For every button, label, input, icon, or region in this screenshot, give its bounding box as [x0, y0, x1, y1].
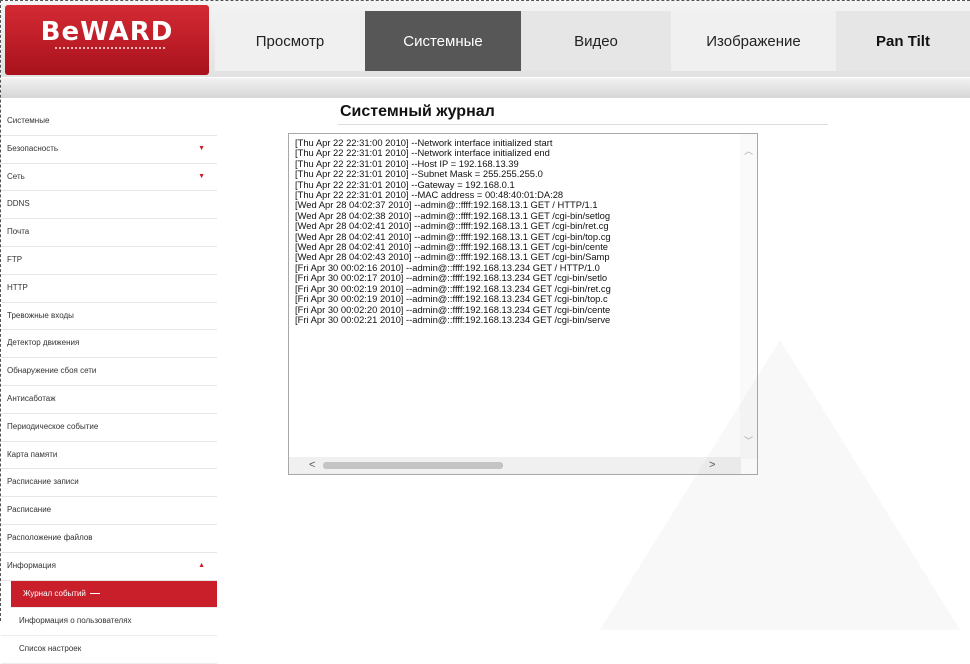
sidebar-item-label: Безопасность [7, 143, 59, 153]
sidebar-subitem[interactable]: Журнал событий [11, 580, 217, 609]
sidebar-item-label: Расписание записи [7, 477, 79, 487]
sidebar-item-label: Детектор движения [7, 338, 80, 348]
sidebar-subitem-label: Журнал событий [23, 588, 86, 598]
sidebar-item[interactable]: HTTP [1, 274, 217, 303]
sidebar-item-label: Карта памяти [7, 449, 58, 459]
title-divider [338, 124, 828, 125]
tab-pan-tilt[interactable]: Pan Tilt [836, 11, 970, 71]
sidebar-item[interactable]: Антисаботаж [1, 385, 217, 414]
sidebar-item-label: Информация [7, 560, 56, 570]
sidebar-subitem[interactable]: Список настроек [1, 636, 217, 664]
logo-text: BeWARD [40, 17, 174, 47]
sidebar-item-label: Тревожные входы [7, 310, 74, 320]
tab-image[interactable]: Изображение [671, 11, 836, 71]
brand-logo[interactable]: BeWARD [5, 5, 209, 75]
sidebar-item[interactable]: DDNS [1, 191, 217, 220]
sidebar-item[interactable]: Почта [1, 219, 217, 247]
sidebar-item-label: Периодическое событие [7, 421, 99, 431]
sidebar-item[interactable]: Детектор движения [1, 330, 217, 359]
sidebar-subitem[interactable]: Информация о пользователях [1, 608, 217, 637]
active-indicator [89, 592, 100, 594]
sidebar-item-label: DDNS [7, 199, 30, 209]
horizontal-scrollbar[interactable]: < > [289, 457, 741, 474]
sidebar-item[interactable]: Расписание записи [1, 469, 217, 498]
sidebar: Системные Безопасность ▼ Сеть ▼ DDNS Почта FTP H… [1, 108, 217, 664]
tab-system[interactable]: Системные [365, 11, 521, 71]
sidebar-subitem-label: Список настроек [19, 644, 82, 654]
sidebar-item-label: Почта [7, 227, 30, 237]
sidebar-item-label: Системные [7, 116, 50, 125]
tab-view[interactable]: Просмотр [215, 11, 365, 71]
scroll-left-icon[interactable]: < [309, 459, 315, 471]
vertical-scrollbar[interactable]: ︿ ﹀ [740, 134, 757, 459]
sidebar-item[interactable]: Системные [1, 108, 217, 136]
logo-tagline-decoration [55, 47, 165, 52]
horizontal-scroll-thumb[interactable] [323, 462, 503, 469]
sidebar-item-label: Расположение файлов [7, 532, 93, 542]
triangle-down-icon: ▼ [198, 172, 205, 180]
triangle-down-icon: ▼ [198, 144, 205, 152]
scroll-up-icon[interactable]: ︿ [744, 144, 753, 157]
sidebar-item-label: Расписание [7, 505, 52, 515]
sidebar-item[interactable]: Карта памяти [1, 441, 217, 470]
page-title: Системный журнал [340, 103, 495, 120]
system-log-box[interactable]: [Thu Apr 22 22:31:00 2010] --Network int… [288, 133, 758, 475]
sidebar-item[interactable]: Периодическое событие [1, 413, 217, 442]
header-subbar [1, 78, 970, 98]
sidebar-item[interactable]: Расписание [1, 497, 217, 525]
triangle-up-icon: ▲ [198, 561, 205, 569]
log-line: [Fri Apr 30 00:02:21 2010] --admin@::fff… [295, 313, 611, 325]
scroll-down-icon[interactable]: ﹀ [744, 434, 753, 447]
sidebar-item[interactable]: Тревожные входы [1, 302, 217, 331]
main-nav-tabs: Просмотр Системные Видео Изображение Pan… [215, 11, 970, 71]
tab-video[interactable]: Видео [521, 11, 671, 71]
sidebar-item[interactable]: Безопасность ▼ [1, 135, 217, 164]
sidebar-item[interactable]: Обнаружение сбоя сети [1, 358, 217, 386]
sidebar-item-label: Сеть [7, 171, 25, 181]
sidebar-item-label: FTP [7, 254, 23, 264]
sidebar-item[interactable]: FTP [1, 246, 217, 275]
sidebar-item-label: Обнаружение сбоя сети [7, 366, 97, 376]
sidebar-item[interactable]: Расположение файлов [1, 524, 217, 553]
scroll-right-icon[interactable]: > [709, 459, 715, 471]
log-text: [Thu Apr 22 22:31:00 2010] --Network int… [295, 138, 740, 458]
sidebar-item[interactable]: Сеть ▼ [1, 163, 217, 192]
sidebar-item-label: Антисаботаж [7, 393, 56, 403]
sidebar-item[interactable]: Информация ▲ [1, 552, 217, 581]
header: BeWARD Просмотр Системные Видео Изображе… [1, 1, 970, 77]
log-line: [Fri Apr 30 00:02:19 2010] --admin@::fff… [295, 293, 608, 305]
sidebar-item-label: HTTP [7, 282, 28, 292]
